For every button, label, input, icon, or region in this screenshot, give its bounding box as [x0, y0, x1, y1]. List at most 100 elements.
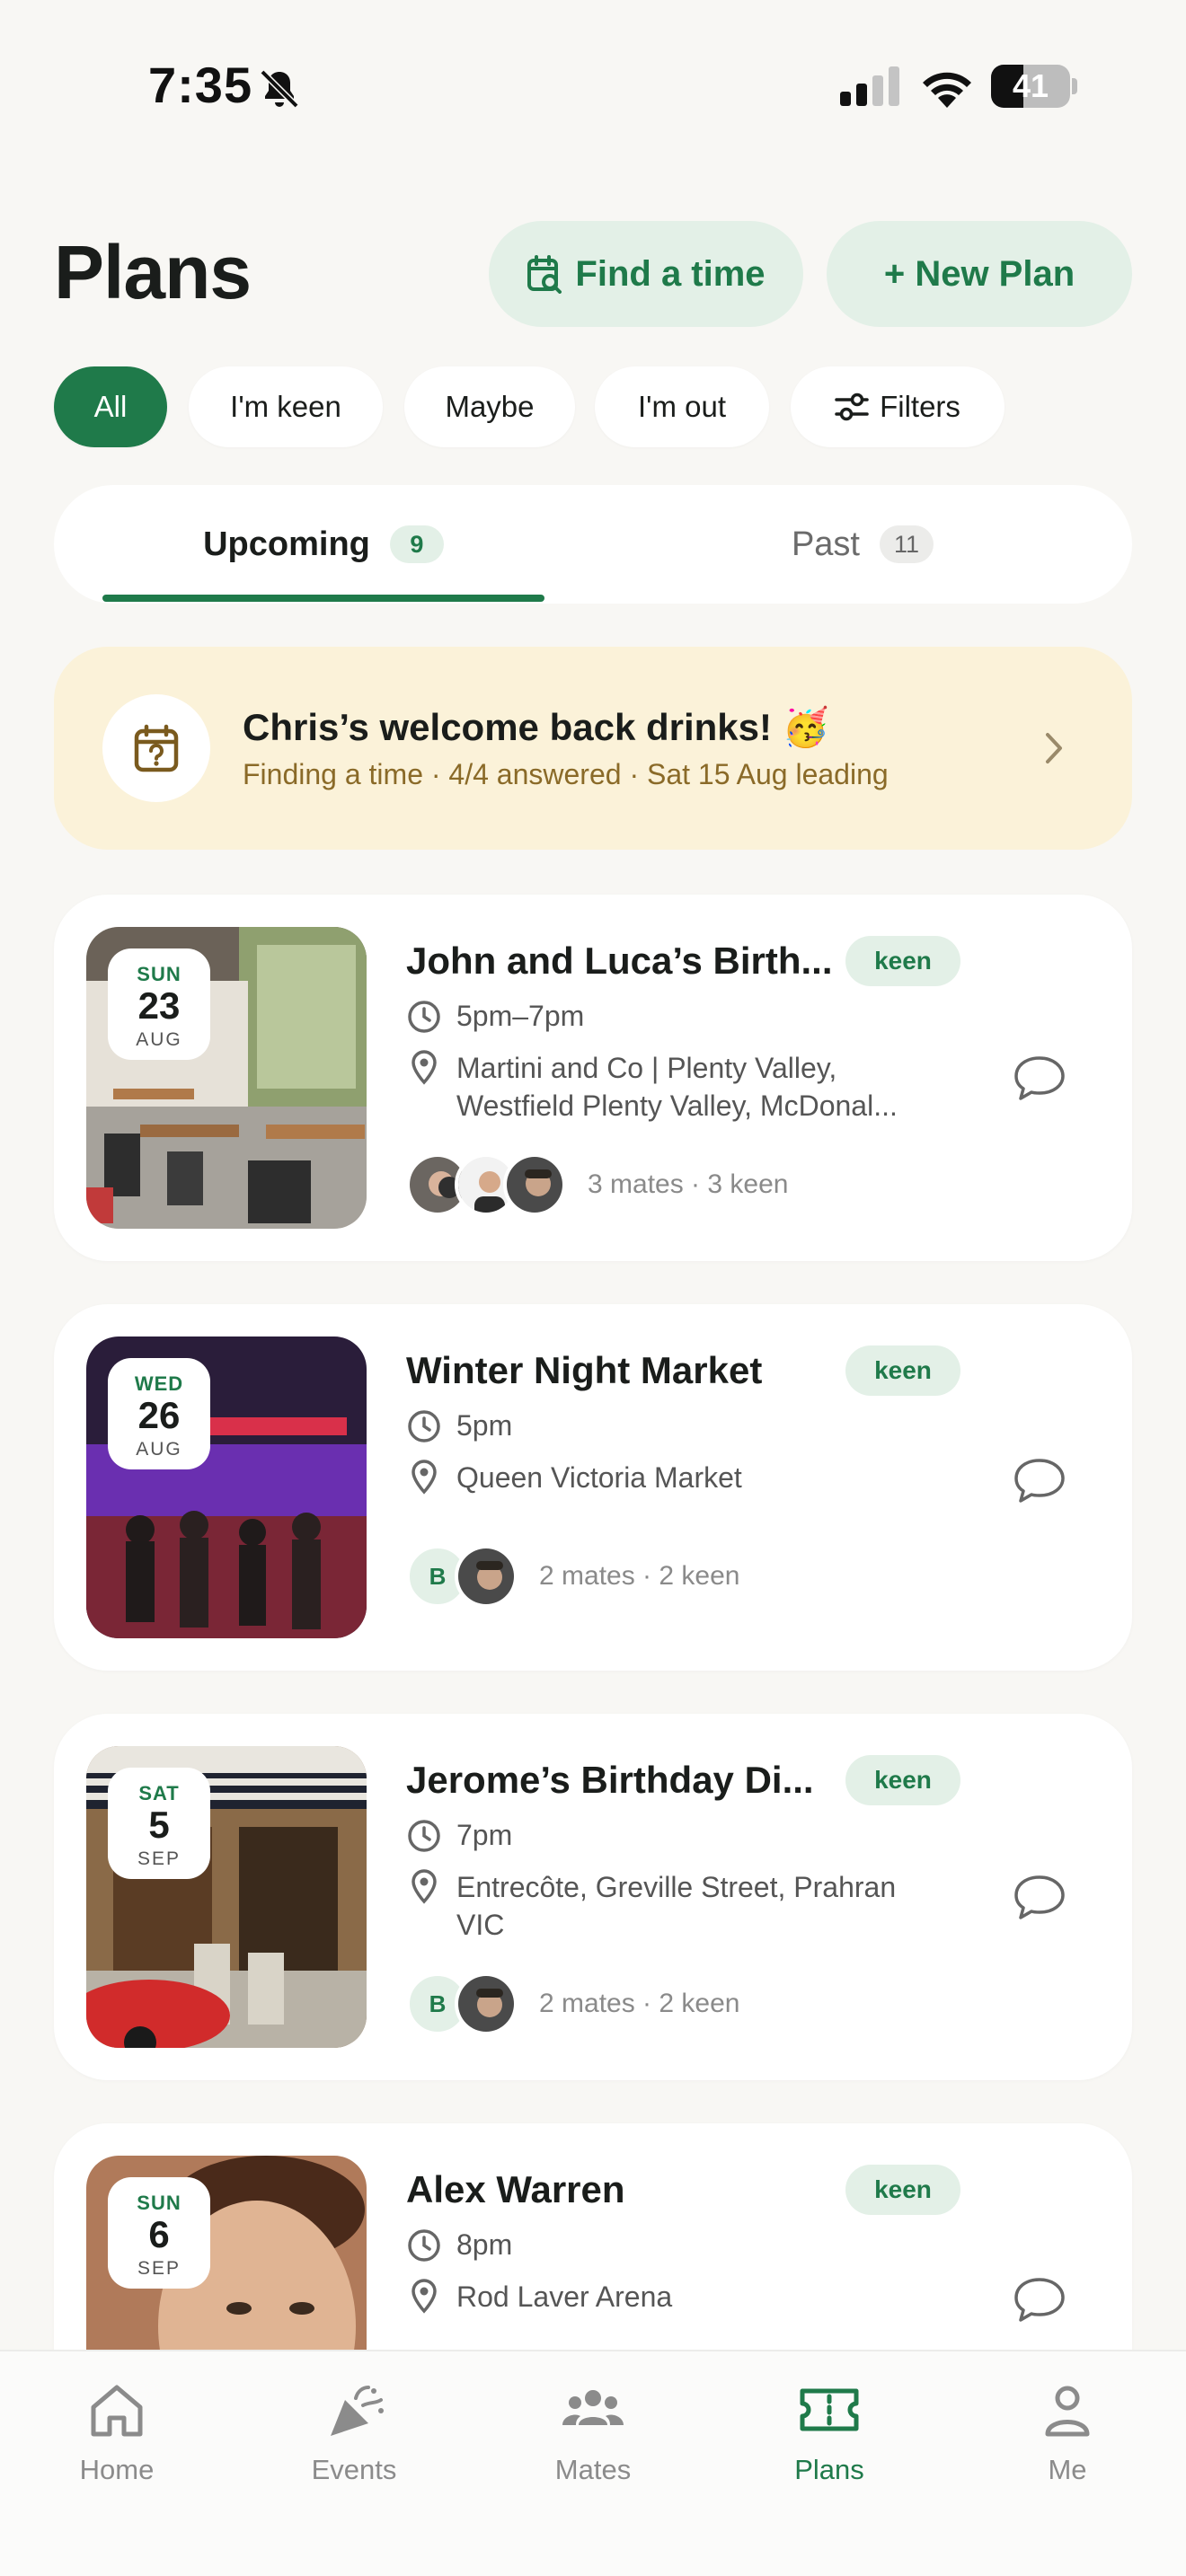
- filter-chip-all[interactable]: All: [54, 366, 167, 447]
- chat-bubble-icon[interactable]: [1012, 1455, 1067, 1505]
- mates-summary: 2 mates · 2 keen: [539, 1561, 740, 1591]
- plan-card[interactable]: WED 26 AUG Winter Night Market keen 5pm …: [54, 1304, 1132, 1671]
- date-chip: SUN 23 AUG: [108, 948, 210, 1060]
- calendar-search-icon: [527, 255, 562, 294]
- plan-title: Winter Night Market: [406, 1349, 763, 1391]
- location-pin-icon: [412, 1460, 437, 1495]
- rsvp-status-badge: keen: [845, 1755, 960, 1805]
- date-weekday: SAT: [138, 1782, 180, 1804]
- plan-image-night-market: WED 26 AUG: [86, 1337, 367, 1638]
- date-month: SEP: [137, 2258, 181, 2279]
- nav-label: Home: [79, 2454, 155, 2485]
- chat-bubble-icon[interactable]: [1012, 1053, 1067, 1103]
- home-icon: [91, 2385, 143, 2437]
- plan-title: Alex Warren: [406, 2168, 625, 2210]
- status-bar: 7:35 41: [0, 0, 1186, 171]
- rsvp-status-badge: keen: [845, 1345, 960, 1396]
- nav-home[interactable]: Home: [27, 2378, 207, 2486]
- date-weekday: SUN: [137, 2192, 181, 2214]
- date-chip: SUN 6 SEP: [108, 2177, 210, 2289]
- battery-percent: 41: [1012, 67, 1049, 104]
- past-count-badge: 11: [880, 525, 934, 563]
- date-day: 6: [148, 2213, 170, 2255]
- nav-label: Mates: [554, 2454, 632, 2485]
- plan-time: 5pm–7pm: [456, 1000, 585, 1032]
- tab-past[interactable]: Past 11: [593, 485, 1132, 604]
- rsvp-status-badge: keen: [845, 936, 960, 986]
- active-tab-indicator: [102, 595, 544, 602]
- filter-chip-out[interactable]: I'm out: [595, 366, 769, 447]
- nav-label: Me: [1048, 2454, 1087, 2485]
- date-day: 5: [148, 1804, 170, 1846]
- clock-icon: [408, 1820, 440, 1852]
- plan-time: 8pm: [456, 2228, 513, 2261]
- mates-summary: 2 mates · 2 keen: [539, 1989, 740, 2018]
- plan-title: John and Luca’s Birth...: [406, 940, 833, 982]
- clock-icon: [408, 2229, 440, 2262]
- chevron-right-icon: [1046, 733, 1062, 763]
- tab-upcoming[interactable]: Upcoming 9: [54, 485, 593, 604]
- date-month: SEP: [137, 1848, 181, 1869]
- filter-chip-keen[interactable]: I'm keen: [189, 366, 383, 447]
- upcoming-count-badge: 9: [389, 525, 444, 563]
- find-a-time-button[interactable]: Find a time: [489, 221, 803, 327]
- nav-label: Events: [311, 2454, 397, 2485]
- banner-icon-circle: [102, 694, 210, 802]
- new-plan-label: + New Plan: [883, 253, 1075, 294]
- location-pin-icon: [412, 2279, 437, 2314]
- filter-chip-label: I'm out: [637, 390, 726, 423]
- date-month: AUG: [136, 1029, 182, 1050]
- plan-location-line: VIC: [456, 1909, 505, 1941]
- banner-title: Chris’s welcome back drinks! 🥳: [243, 706, 829, 748]
- clock-icon: [408, 1001, 440, 1033]
- plan-title: Jerome’s Birthday Di...: [406, 1759, 814, 1801]
- rsvp-status-badge: keen: [845, 2165, 960, 2215]
- cellular-signal-icon: [840, 66, 899, 106]
- nav-events[interactable]: Events: [264, 2378, 444, 2486]
- plan-location: Entrecôte, Greville Street, Prahran VIC: [456, 1868, 896, 1944]
- party-popper-icon: [331, 2386, 384, 2436]
- clock-icon: [408, 1410, 440, 1442]
- plan-image-restaurant-front: SAT 5 SEP: [86, 1746, 367, 2048]
- filter-chip-label: All: [93, 390, 128, 423]
- plan-image-restaurant: SUN 23 AUG: [86, 927, 367, 1229]
- people-icon: [562, 2390, 624, 2425]
- filter-chip-label: Maybe: [445, 390, 535, 423]
- nav-me[interactable]: Me: [978, 2378, 1157, 2486]
- finding-time-banner[interactable]: Chris’s welcome back drinks! 🥳 Finding a…: [54, 647, 1132, 850]
- calendar-question-icon: [134, 724, 179, 772]
- new-plan-button[interactable]: + New Plan: [827, 221, 1132, 327]
- avatar: [455, 1545, 518, 1608]
- mates-summary: 3 mates · 3 keen: [588, 1169, 789, 1199]
- chat-bubble-icon[interactable]: [1012, 2274, 1067, 2325]
- plan-card[interactable]: SUN 23 AUG John and Luca’s Birth... keen…: [54, 895, 1132, 1261]
- date-month: AUG: [136, 1439, 182, 1460]
- location-pin-icon: [412, 1869, 437, 1904]
- chat-bubble-icon[interactable]: [1012, 1872, 1067, 1922]
- date-chip: SAT 5 SEP: [108, 1768, 210, 1879]
- sliders-icon: [835, 393, 869, 421]
- plan-time: 5pm: [456, 1409, 513, 1442]
- avatar: [455, 1972, 518, 2035]
- status-time: 7:35: [148, 57, 253, 113]
- filters-button[interactable]: Filters: [791, 366, 1005, 447]
- find-a-time-label: Find a time: [575, 253, 766, 294]
- battery-indicator: 41: [991, 65, 1077, 108]
- bottom-tab-bar: Home Events Mates Plans Me: [0, 2350, 1186, 2576]
- nav-plans[interactable]: Plans: [739, 2378, 919, 2486]
- nav-mates[interactable]: Mates: [503, 2378, 683, 2486]
- tab-past-label: Past: [791, 525, 860, 563]
- date-day: 23: [137, 984, 181, 1027]
- plan-location: Queen Victoria Market: [456, 1461, 742, 1494]
- date-weekday: WED: [134, 1372, 184, 1395]
- nav-label: Plans: [794, 2454, 864, 2485]
- plan-location-line: Entrecôte, Greville Street, Prahran: [456, 1871, 897, 1903]
- date-weekday: SUN: [137, 963, 181, 985]
- date-day: 26: [137, 1394, 181, 1436]
- mates-row: 3 mates · 3 keen: [406, 1153, 788, 1216]
- plan-location: Martini and Co | Plenty Valley, Westfiel…: [456, 1049, 898, 1125]
- plan-time: 7pm: [456, 1819, 513, 1851]
- filters-label: Filters: [880, 390, 960, 423]
- plan-card[interactable]: SAT 5 SEP Jerome’s Birthday Di... keen 7…: [54, 1714, 1132, 2080]
- filter-chip-maybe[interactable]: Maybe: [404, 366, 575, 447]
